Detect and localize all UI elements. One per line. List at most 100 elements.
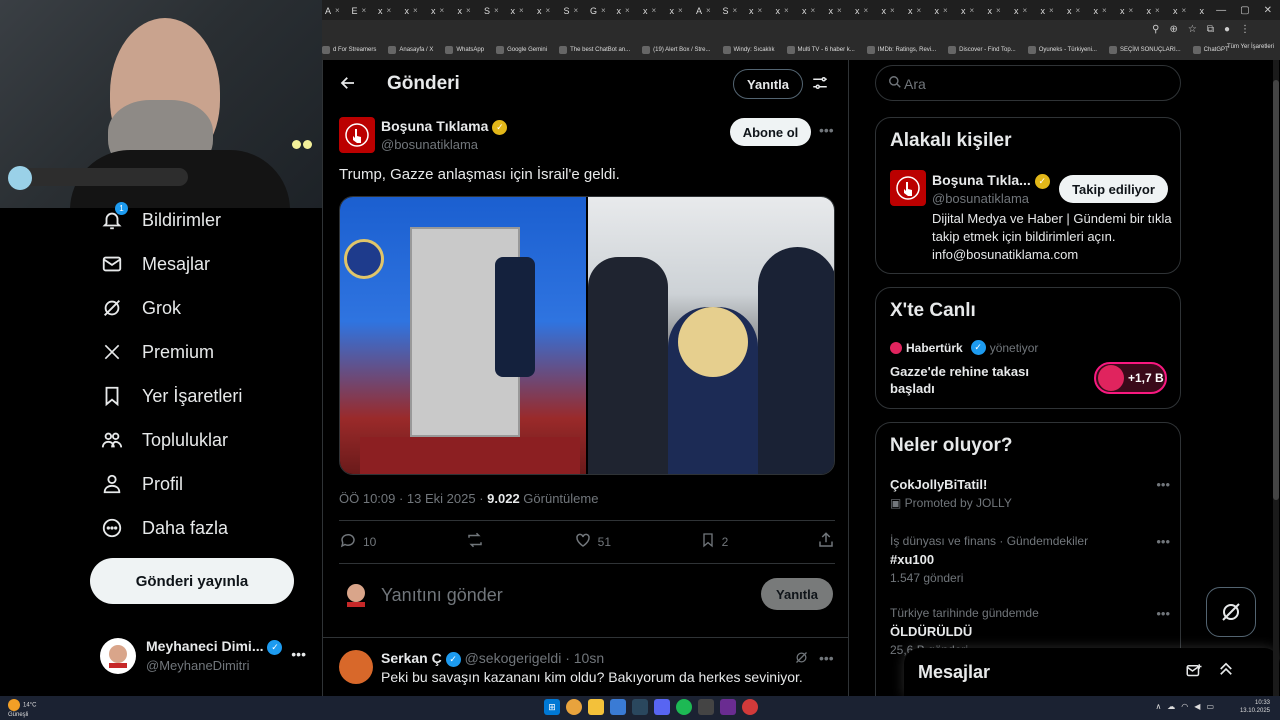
extensions-icon[interactable]: ⧉	[1207, 24, 1214, 35]
tab-close-icon[interactable]: ×	[890, 6, 895, 15]
bookmark-item[interactable]: Anasayfa / X	[388, 46, 433, 54]
browser-tab[interactable]: x×	[508, 0, 535, 20]
following-button[interactable]: Takip ediliyor	[1059, 175, 1168, 203]
tab-close-icon[interactable]: ×	[1129, 6, 1134, 15]
search-box[interactable]	[875, 65, 1181, 101]
media-image-left[interactable]	[340, 197, 586, 474]
post-media[interactable]	[339, 196, 835, 475]
menu-dots-icon[interactable]: ⋮	[1240, 24, 1250, 35]
browser-tab[interactable]: x×	[905, 0, 932, 20]
bookmark-item[interactable]: ChatGPT	[1192, 46, 1229, 54]
share-action[interactable]	[817, 531, 835, 554]
account-switcher[interactable]: Meyhaneci Dimi... ✓ @MeyhaneDimitri •••	[100, 636, 312, 680]
more-dots-icon[interactable]: •••	[291, 646, 306, 662]
browser-tab[interactable]: x×	[1170, 0, 1197, 20]
windows-start-icon[interactable]: ⊞	[544, 699, 560, 715]
all-bookmarks-link[interactable]: Tüm Yer İşaretleri	[1227, 44, 1274, 50]
bookmark-action[interactable]: 2	[700, 531, 728, 554]
reply-item[interactable]: Serkan Ç ✓ @sekogerigeldi · 10sn Peki bu …	[323, 637, 850, 697]
post-button[interactable]: Gönderi yayınla	[90, 558, 294, 604]
browser-tab[interactable]: x×	[1091, 0, 1118, 20]
browser-tab[interactable]: x×	[746, 0, 773, 20]
like-action[interactable]: 51	[574, 531, 611, 554]
weather-widget[interactable]: 14°C Güneşli	[8, 699, 36, 719]
zoom-icon[interactable]: ⊕	[1169, 24, 1177, 35]
spotify-icon[interactable]	[676, 699, 692, 715]
bookmark-item[interactable]: Multi TV - 6 haber k...	[786, 46, 855, 54]
minimize-icon[interactable]: —	[1216, 5, 1226, 16]
browser-tab[interactable]: x×	[640, 0, 667, 20]
steam-icon[interactable]	[632, 699, 648, 715]
recording-app-icon[interactable]	[742, 699, 758, 715]
back-arrow-icon[interactable]	[339, 74, 357, 97]
live-card[interactable]: X'te Canlı Habertürk ✓ yönetiyor Gazze'de…	[875, 287, 1181, 409]
tab-close-icon[interactable]: ×	[601, 6, 606, 15]
clock[interactable]: 10:33 13.10.2025	[1240, 699, 1270, 715]
tab-close-icon[interactable]: ×	[652, 6, 657, 15]
cloud-icon[interactable]: ☁	[1167, 702, 1175, 711]
nav-item-messages[interactable]: Mesajlar	[100, 252, 210, 276]
grok-floating-button[interactable]	[1206, 587, 1256, 637]
bookmark-item[interactable]: WhatsApp	[445, 46, 484, 54]
search-page-icon[interactable]: ⚲	[1152, 24, 1159, 35]
tab-close-icon[interactable]: ×	[466, 6, 471, 15]
settings-sliders-icon[interactable]	[811, 74, 829, 97]
browser-tab[interactable]: x×	[1038, 0, 1065, 20]
tab-close-icon[interactable]: ×	[864, 6, 869, 15]
browser-tab[interactable]: G ×	[587, 0, 614, 20]
trend-item[interactable]: İş dünyası ve finans · Gündemdekiler #xu…	[890, 534, 1170, 585]
tray-chevron-icon[interactable]: ∧	[1155, 702, 1161, 711]
related-name[interactable]: Boşuna Tıkla... ✓	[932, 172, 1050, 189]
nav-item-premium[interactable]: Premium	[100, 340, 214, 364]
tab-close-icon[interactable]: ×	[917, 6, 922, 15]
author-handle[interactable]: @bosunatiklama	[381, 137, 478, 152]
bookmark-item[interactable]: The best ChatBot an...	[559, 46, 630, 54]
live-listeners-pill[interactable]: +1,7 B	[1094, 362, 1167, 394]
browser-tab[interactable]: x×	[614, 0, 641, 20]
browser-tab[interactable]: x×	[958, 0, 985, 20]
maximize-icon[interactable]: ▢	[1240, 5, 1249, 16]
author-avatar[interactable]	[339, 117, 375, 153]
grok-icon[interactable]	[794, 650, 809, 668]
subscribe-button[interactable]: Abone ol	[730, 118, 811, 146]
nav-item-communities[interactable]: Topluluklar	[100, 428, 228, 452]
browser-tab[interactable]: x×	[1064, 0, 1091, 20]
browser-tab[interactable]: A ×	[322, 0, 349, 20]
browser-tab[interactable]: E ×	[349, 0, 376, 20]
tab-close-icon[interactable]: ×	[1023, 6, 1028, 15]
tab-close-icon[interactable]: ×	[784, 6, 789, 15]
bookmark-item[interactable]: Discover - Find Top...	[948, 46, 1016, 54]
browser-tab[interactable]: x×	[1144, 0, 1171, 20]
browser-tab[interactable]: x×	[985, 0, 1012, 20]
tab-close-icon[interactable]: ×	[706, 6, 711, 15]
tab-close-icon[interactable]: ×	[758, 6, 763, 15]
tab-close-icon[interactable]: ×	[387, 6, 392, 15]
tab-close-icon[interactable]: ×	[413, 6, 418, 15]
browser-tab[interactable]: x×	[534, 0, 561, 20]
tab-close-icon[interactable]: ×	[440, 6, 445, 15]
tab-close-icon[interactable]: ×	[996, 6, 1001, 15]
tab-close-icon[interactable]: ×	[625, 6, 630, 15]
more-dots-icon[interactable]: •••	[1156, 534, 1170, 549]
repost-action[interactable]	[465, 531, 485, 554]
browser-tab[interactable]: x×	[667, 0, 694, 20]
reply-action[interactable]: 10	[339, 531, 376, 554]
folder-icon[interactable]	[588, 699, 604, 715]
avatar[interactable]	[890, 170, 926, 206]
nav-item-profile[interactable]: Profil	[100, 472, 183, 496]
page-scrollbar[interactable]	[1273, 60, 1279, 696]
close-window-icon[interactable]: ✕	[1264, 5, 1272, 16]
tab-close-icon[interactable]: ×	[678, 6, 683, 15]
bookmark-item[interactable]: d For Streamers	[322, 46, 376, 54]
browser-tab[interactable]: S ×	[481, 0, 508, 20]
browser-tab[interactable]: x×	[852, 0, 879, 20]
tab-close-icon[interactable]: ×	[519, 6, 524, 15]
author-name[interactable]: Boşuna Tıklama ✓	[381, 118, 508, 135]
browser-tab[interactable]: x×	[932, 0, 959, 20]
obs-icon[interactable]	[698, 699, 714, 715]
tab-close-icon[interactable]: ×	[1155, 6, 1160, 15]
chevron-up-icon[interactable]	[1217, 660, 1235, 683]
wifi-icon[interactable]: ◠	[1181, 702, 1188, 711]
browser-tab[interactable]: x×	[455, 0, 482, 20]
trend-item[interactable]: ÇokJollyBiTatil! ▣ Promoted by JOLLY •••	[890, 477, 1170, 510]
